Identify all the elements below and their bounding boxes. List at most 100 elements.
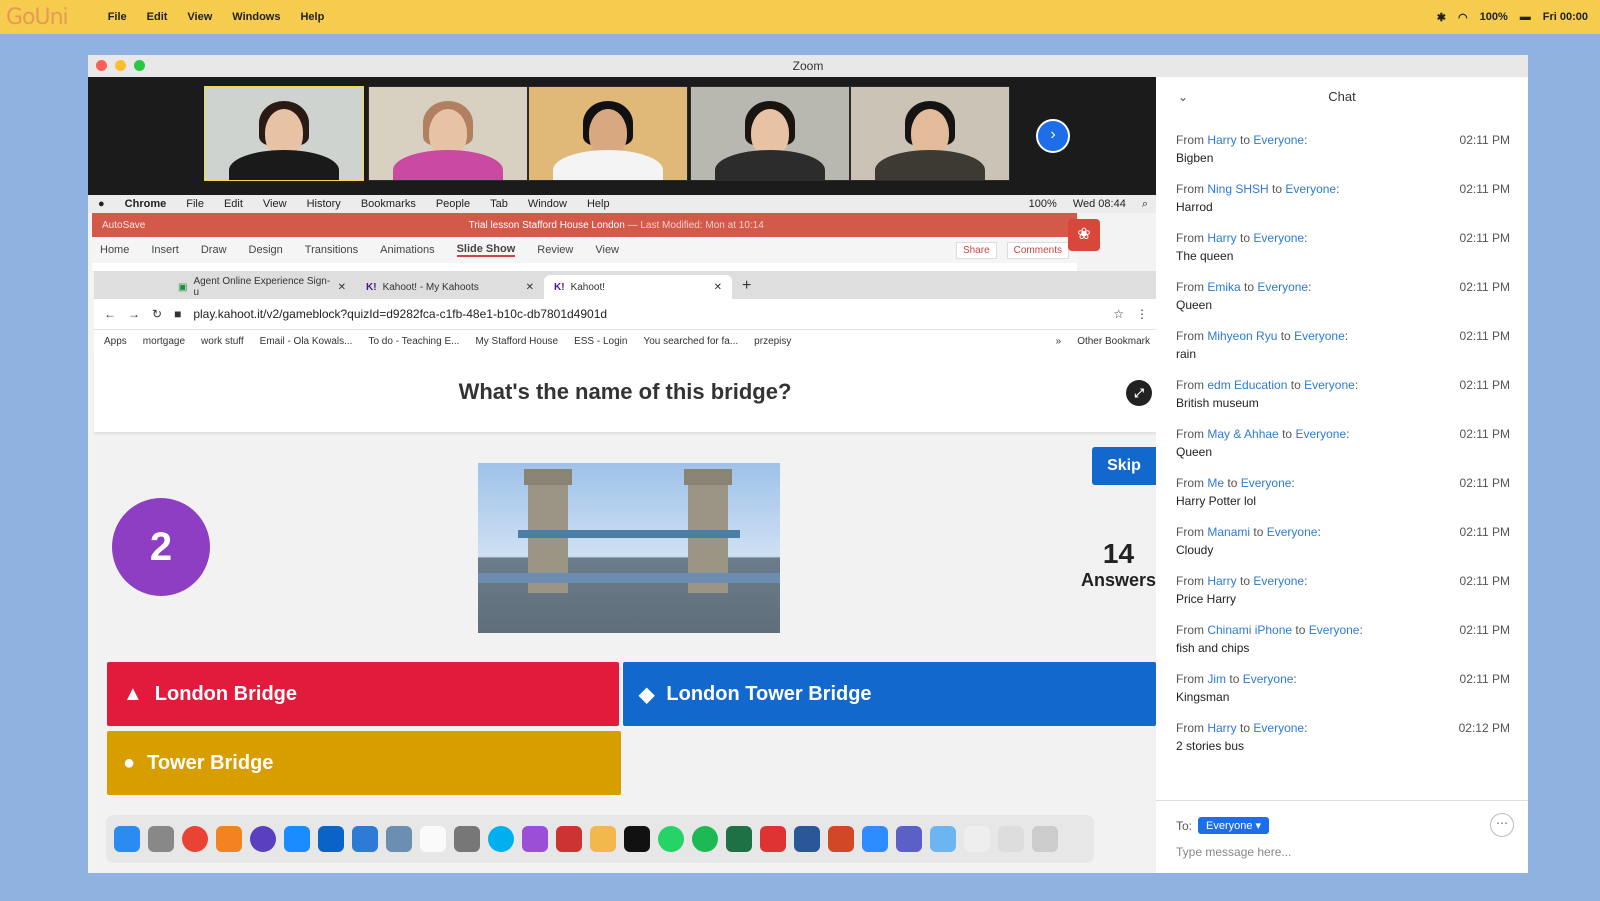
video-tile[interactable] [204,86,364,181]
answer-option-yellow[interactable]: ● Tower Bridge [107,731,621,795]
bookmark-email[interactable]: Email - Ola Kowals... [260,336,353,347]
chevron-right-icon[interactable]: › [1036,119,1070,153]
excel-icon[interactable] [726,826,752,852]
video-tile[interactable] [850,86,1010,181]
spotify-icon[interactable] [692,826,718,852]
creative-cloud-icon[interactable]: ❀ [1068,219,1100,251]
menu-people[interactable]: People [436,198,470,210]
zoom-icon[interactable] [862,826,888,852]
more-options-icon[interactable]: ⋯ [1490,813,1514,837]
skip-button[interactable]: Skip [1092,447,1156,485]
photos-icon[interactable] [590,826,616,852]
video-tile[interactable] [368,86,528,181]
tab-my-kahoots[interactable]: K! Kahoot! - My Kahoots ✕ [356,275,544,299]
folder-icon[interactable] [930,826,956,852]
menu-help[interactable]: Help [300,11,324,23]
bookmark-apps[interactable]: Apps [104,336,127,347]
system-preferences-icon[interactable] [454,826,480,852]
menu-bookmarks[interactable]: Bookmarks [361,198,416,210]
vlc-icon[interactable] [216,826,242,852]
autosave-label[interactable]: AutoSave [102,220,145,231]
recipient-select[interactable]: Everyone ▾ [1198,817,1270,834]
comments-button[interactable]: Comments [1006,241,1069,259]
menu-tab[interactable]: Tab [490,198,508,210]
trash-icon[interactable] [1032,826,1058,852]
maximize-window-button[interactable] [134,60,145,71]
clock[interactable]: Fri 00:00 [1543,11,1588,23]
ribbon-tab-insert[interactable]: Insert [151,244,179,256]
word-icon[interactable] [794,826,820,852]
apple-tv-icon[interactable] [624,826,650,852]
bookmark-work-stuff[interactable]: work stuff [201,336,244,347]
search-icon[interactable]: ⌕ [1142,198,1148,211]
chevron-down-icon[interactable]: ⌄ [1178,77,1188,117]
ribbon-tab-view[interactable]: View [595,244,619,256]
url-bar[interactable]: play.kahoot.it/v2/gameblock?quizId=d9282… [193,307,1101,321]
apple-icon[interactable]: ● [98,198,105,210]
menu-help[interactable]: Help [587,198,610,210]
menu-chrome[interactable]: Chrome [125,198,167,210]
star-icon[interactable]: ☆ [1113,307,1124,321]
screenshot-icon[interactable] [556,826,582,852]
close-icon[interactable]: ✕ [526,282,534,293]
video-tile[interactable] [528,86,688,181]
menu-window[interactable]: Window [528,198,567,210]
launchpad-icon[interactable] [148,826,174,852]
pdf-icon[interactable] [760,826,786,852]
document-icon[interactable] [998,826,1024,852]
chrome-icon[interactable] [182,826,208,852]
clock[interactable]: Wed 08:44 [1073,198,1126,211]
menu-history[interactable]: History [307,198,341,210]
skype-icon[interactable] [488,826,514,852]
podcasts-icon[interactable] [522,826,548,852]
tab-kahoot[interactable]: K! Kahoot! ✕ [544,275,732,299]
forward-icon[interactable]: → [128,307,140,321]
bookmark-you-searched[interactable]: You searched for fa... [643,336,738,347]
app-store-icon[interactable] [284,826,310,852]
bookmark-ess-login[interactable]: ESS - Login [574,336,627,347]
close-icon[interactable]: ✕ [338,282,346,293]
menu-edit[interactable]: Edit [147,11,168,23]
menu-view[interactable]: View [187,11,212,23]
close-icon[interactable]: ✕ [714,282,722,293]
battery-icon[interactable]: ▬ [1520,11,1531,23]
bookmark-mortgage[interactable]: mortgage [143,336,185,347]
menu-file[interactable]: File [186,198,204,210]
calendar-icon[interactable] [420,826,446,852]
menu-icon[interactable]: ⋮ [1136,307,1148,321]
new-tab-button[interactable]: + [742,277,751,295]
preview-icon[interactable] [386,826,412,852]
ribbon-tab-slide-show[interactable]: Slide Show [456,243,516,257]
menu-edit[interactable]: Edit [224,198,243,210]
document-icon[interactable] [964,826,990,852]
ribbon-tab-design[interactable]: Design [249,244,283,256]
bookmark-to-do[interactable]: To do - Teaching E... [368,336,459,347]
share-button[interactable]: Share [955,241,997,259]
menu-windows[interactable]: Windows [232,11,280,23]
ribbon-tab-draw[interactable]: Draw [201,244,227,256]
video-tile[interactable] [690,86,850,181]
menu-file[interactable]: File [108,11,127,23]
minimize-window-button[interactable] [115,60,126,71]
close-window-button[interactable] [96,60,107,71]
bookmarks-overflow[interactable]: » [1056,336,1062,347]
powerpoint-icon[interactable] [828,826,854,852]
tab-sign-up[interactable]: ▣ Agent Online Experience Sign-u ✕ [168,275,356,299]
onedrive-icon[interactable] [352,826,378,852]
answer-option-red[interactable]: ▲ London Bridge [107,662,619,726]
teams-icon[interactable] [896,826,922,852]
answer-option-blue[interactable]: ◆ London Tower Bridge [623,662,1156,726]
reload-icon[interactable]: ↻ [152,307,162,321]
chat-message-input[interactable]: Type message here... [1176,845,1291,859]
fullscreen-icon[interactable]: ⤢ [1126,380,1152,406]
wifi-icon[interactable]: ◠ [1458,11,1468,24]
back-icon[interactable]: ← [104,307,116,321]
bookmark-stafford-house[interactable]: My Stafford House [475,336,558,347]
finder-icon[interactable] [114,826,140,852]
ribbon-tab-transitions[interactable]: Transitions [305,244,358,256]
outlook-icon[interactable] [318,826,344,852]
ribbon-tab-animations[interactable]: Animations [380,244,434,256]
bookmark-other[interactable]: Other Bookmark [1077,336,1150,347]
ribbon-tab-home[interactable]: Home [100,244,129,256]
menu-view[interactable]: View [263,198,287,210]
